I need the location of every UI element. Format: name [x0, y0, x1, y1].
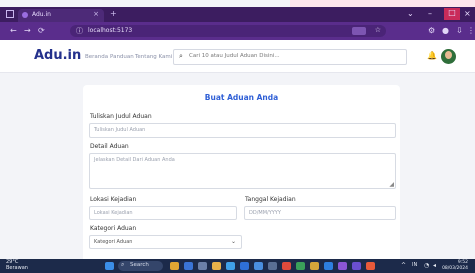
- teams-icon[interactable]: [338, 262, 347, 270]
- clock-time: 9:52: [457, 260, 468, 265]
- avatar[interactable]: [441, 49, 456, 64]
- search-placeholder: Cari 10 atau Judul Aduan Disini...: [189, 53, 280, 59]
- complaint-form-card: Buat Aduan Anda Tuliskan Judul Aduan Tul…: [83, 85, 400, 263]
- task-view-icon[interactable]: [198, 262, 207, 270]
- brand-logo[interactable]: Adu.in: [34, 48, 81, 63]
- visual-studio-icon[interactable]: [352, 262, 361, 270]
- category-selected-value: Kategori Aduan: [94, 239, 133, 245]
- volume-icon[interactable]: ◂: [433, 262, 436, 269]
- url-text[interactable]: localhost:5173: [88, 27, 132, 34]
- title-placeholder: Tuliskan Judul Aduan: [94, 127, 146, 133]
- date-placeholder: DD/MM/YYYY: [249, 210, 281, 216]
- form-title: Buat Aduan Anda: [204, 93, 279, 102]
- tab-search-chevron-icon[interactable]: ⌄: [407, 9, 414, 18]
- tab-favicon-icon: [22, 12, 28, 18]
- nav-tentang-kami[interactable]: Tentang Kami: [135, 54, 172, 60]
- category-label: Kategori Aduan: [90, 225, 137, 232]
- location-label: Lokasi Kejadian: [90, 196, 137, 203]
- tab-title: Adu.in: [32, 11, 51, 18]
- maximize-button[interactable]: □: [444, 8, 460, 20]
- downloads-icon[interactable]: ⇩: [456, 26, 463, 35]
- detail-placeholder: Jelaskan Detail Dari Aduan Anda: [94, 157, 175, 163]
- vscode-icon[interactable]: [324, 262, 333, 270]
- browser-toolbar: ← → ⟳ ⓘ localhost:5173 ☆ ⚙ ● ⇩ ⋮: [0, 22, 475, 40]
- new-tab-button[interactable]: +: [110, 9, 117, 18]
- category-select[interactable]: Kategori Aduan ⌄: [89, 235, 242, 249]
- taskbar-search[interactable]: ⌕ Search: [118, 261, 163, 271]
- weather-text: Berawan: [6, 264, 28, 271]
- forward-button[interactable]: →: [24, 26, 31, 35]
- site-info-icon[interactable]: ⓘ: [76, 26, 83, 36]
- file-explorer-icon[interactable]: [212, 262, 221, 270]
- extensions-icon[interactable]: ⚙: [428, 26, 435, 35]
- nav-panduan[interactable]: Panduan: [110, 54, 134, 60]
- settings-icon[interactable]: [268, 262, 277, 270]
- chevron-down-icon: ⌄: [230, 238, 236, 245]
- app-header: Adu.in Beranda Panduan Tentang Kami ⌕ Ca…: [0, 40, 475, 73]
- browser-titlebar: Adu.in × + ⌄ – □ ×: [0, 7, 475, 22]
- clock-date: 08/03/2024: [442, 265, 468, 271]
- resize-handle-icon[interactable]: ◢: [389, 181, 394, 188]
- bookmark-star-icon[interactable]: ☆: [375, 26, 381, 34]
- windows-taskbar: 29°C Berawan ⌕ Search ^ IN ◔ ◂ 9:52 08/0…: [0, 259, 475, 273]
- title-label: Tuliskan Judul Aduan: [90, 113, 152, 120]
- clock[interactable]: 9:52 08/03/2024: [442, 260, 468, 271]
- detail-label: Detail Aduan: [90, 143, 129, 150]
- edge-icon[interactable]: [226, 262, 235, 270]
- wifi-icon[interactable]: ◔: [424, 262, 429, 269]
- back-button[interactable]: ←: [10, 26, 17, 35]
- date-label: Tanggal Kejadian: [245, 196, 296, 203]
- word-icon[interactable]: [254, 262, 263, 270]
- close-window-button[interactable]: ×: [464, 9, 471, 18]
- app-icon[interactable]: [366, 262, 375, 270]
- nav-beranda[interactable]: Beranda: [85, 54, 108, 60]
- browser-tab[interactable]: Adu.in ×: [18, 9, 104, 22]
- search-input[interactable]: ⌕ Cari 10 atau Judul Aduan Disini...: [173, 49, 407, 65]
- tab-close-icon[interactable]: ×: [93, 10, 99, 18]
- spotify-icon[interactable]: [296, 262, 305, 270]
- widgets-icon[interactable]: [170, 262, 179, 270]
- language-indicator[interactable]: IN: [412, 262, 417, 268]
- minimize-button[interactable]: –: [428, 9, 432, 18]
- taskbar-search-icon: ⌕: [121, 261, 125, 268]
- taskbar-search-text: Search: [130, 262, 149, 268]
- weather-widget[interactable]: 29°C Berawan: [6, 259, 28, 271]
- tray-chevron-icon[interactable]: ^: [401, 262, 406, 269]
- store-icon[interactable]: [184, 262, 193, 270]
- reader-mode-icon[interactable]: [352, 27, 366, 35]
- notes-icon[interactable]: [310, 262, 319, 270]
- title-input[interactable]: Tuliskan Judul Aduan: [89, 123, 396, 138]
- url-bar[interactable]: ⓘ localhost:5173 ☆: [70, 25, 386, 37]
- start-icon[interactable]: [105, 262, 114, 270]
- date-input[interactable]: DD/MM/YYYY: [244, 206, 396, 220]
- location-placeholder: Lokasi Kejadian: [94, 210, 133, 216]
- profile-dot-icon[interactable]: ●: [442, 26, 449, 35]
- menu-icon[interactable]: ⋮: [467, 26, 475, 35]
- avatar-face: [445, 51, 452, 59]
- location-input[interactable]: Lokasi Kejadian: [89, 206, 237, 220]
- detail-textarea[interactable]: Jelaskan Detail Dari Aduan Anda ◢: [89, 153, 396, 189]
- mail-icon[interactable]: [240, 262, 249, 270]
- notification-bell-icon[interactable]: 🔔: [427, 51, 437, 60]
- page-top-strip: [290, 0, 475, 7]
- workspace-icon[interactable]: [6, 10, 14, 18]
- search-icon: ⌕: [179, 52, 183, 60]
- reload-button[interactable]: ⟳: [38, 26, 45, 35]
- chrome-icon[interactable]: [282, 262, 291, 270]
